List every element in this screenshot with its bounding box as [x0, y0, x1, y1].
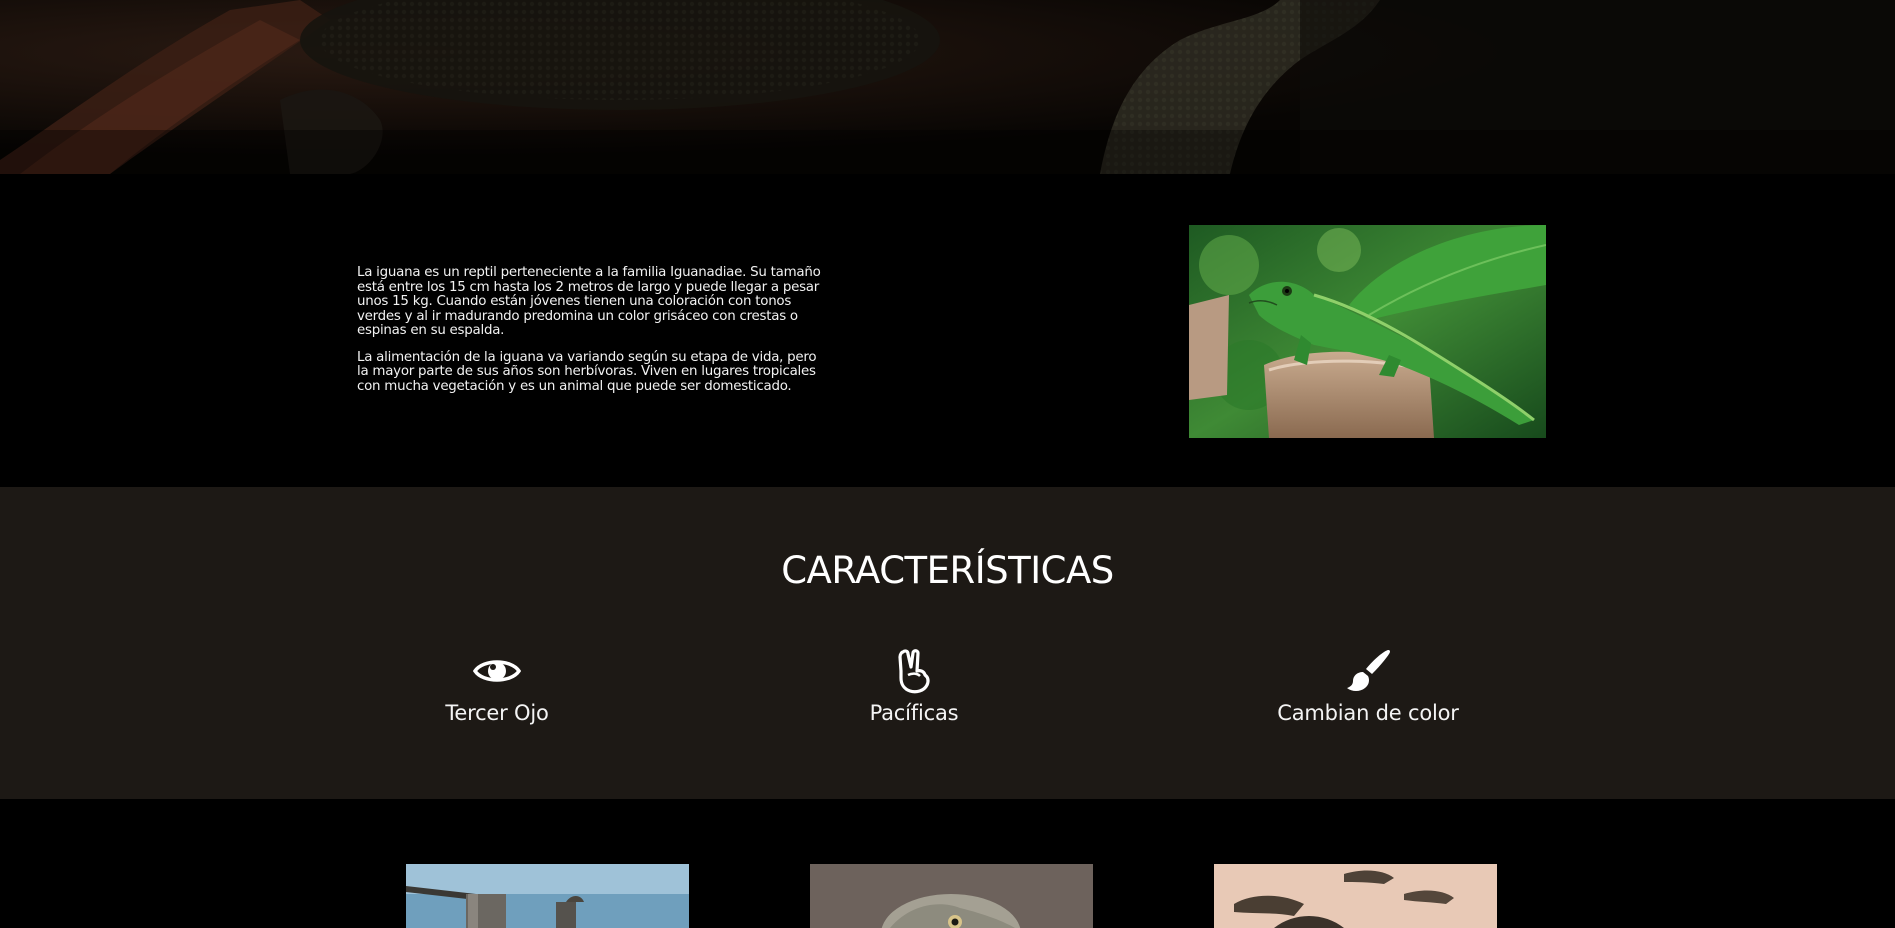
intro-paragraph-1: La iguana es un reptil perteneciente a l… [357, 265, 821, 338]
intro-text: La iguana es un reptil perteneciente a l… [357, 265, 827, 406]
intro-section: La iguana es un reptil perteneciente a l… [0, 174, 1895, 487]
features-section: CARACTERÍSTICAS Tercer Ojo Pacíficas Cam… [0, 487, 1895, 799]
feature-peaceful: Pacíficas [764, 647, 1064, 725]
feature-label: Pacíficas [869, 701, 959, 725]
feature-label: Tercer Ojo [445, 701, 549, 725]
gallery-image-dock [406, 864, 689, 928]
gallery-image-face [810, 864, 1093, 928]
features-title: CARACTERÍSTICAS [781, 549, 1114, 592]
gallery-section [0, 799, 1895, 928]
peace-hand-icon [890, 647, 938, 695]
hero-iguana-image [0, 0, 1895, 174]
eye-icon [472, 647, 522, 695]
feature-third-eye: Tercer Ojo [347, 647, 647, 725]
feature-label: Cambian de color [1277, 701, 1459, 725]
gallery-image-sand [1214, 864, 1497, 928]
hero-banner [0, 0, 1895, 174]
paintbrush-icon [1344, 647, 1392, 695]
green-iguana-image [1189, 225, 1546, 438]
feature-change-color: Cambian de color [1218, 647, 1518, 725]
intro-paragraph-2: La alimentación de la iguana va variando… [357, 349, 817, 394]
